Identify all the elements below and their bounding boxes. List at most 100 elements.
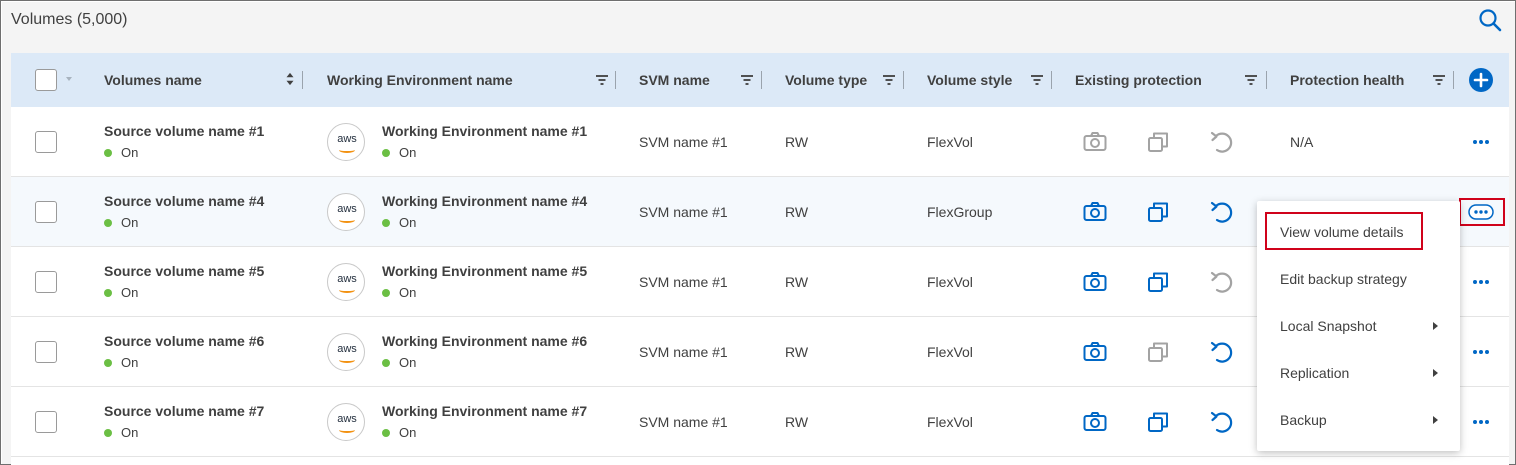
- column-header-svm-name[interactable]: SVM name: [639, 53, 710, 107]
- more-dots-icon[interactable]: [1468, 274, 1494, 290]
- column-divider[interactable]: [1266, 71, 1267, 89]
- volume-name[interactable]: Source volume name #1: [104, 123, 264, 139]
- volume-style: FlexVol: [927, 414, 973, 430]
- working-environment-name[interactable]: Working Environment name #5: [382, 263, 587, 279]
- aws-logo-label: aws: [337, 343, 357, 355]
- aws-logo-label: aws: [337, 273, 357, 285]
- volume-status: On: [121, 215, 139, 230]
- chevron-right-icon: [1433, 416, 1438, 424]
- column-divider[interactable]: [903, 71, 904, 89]
- restore-icon[interactable]: [1207, 338, 1235, 366]
- aws-logo-label: aws: [337, 203, 357, 215]
- aws-logo: aws: [327, 193, 365, 231]
- copy-icon[interactable]: [1144, 198, 1172, 226]
- svm-name: SVM name #1: [639, 204, 728, 220]
- filter-icon[interactable]: [740, 73, 754, 87]
- column-divider[interactable]: [615, 71, 616, 89]
- camera-icon[interactable]: [1081, 338, 1109, 366]
- aws-smile-mark: [339, 427, 355, 433]
- menu-item-backup[interactable]: Backup: [1257, 397, 1460, 443]
- aws-smile-mark: [339, 287, 355, 293]
- filter-icon[interactable]: [882, 73, 896, 87]
- svm-name: SVM name #1: [639, 134, 728, 150]
- volume-status: On: [121, 285, 139, 300]
- table-header: Volumes name Working Environment name SV…: [11, 53, 1509, 107]
- volumes-panel: Volumes (5,000) Volumes name Working Env…: [0, 0, 1516, 465]
- camera-icon[interactable]: [1081, 128, 1109, 156]
- copy-icon[interactable]: [1144, 268, 1172, 296]
- chevron-down-icon[interactable]: [66, 77, 72, 81]
- row-checkbox[interactable]: [35, 201, 57, 223]
- table-row[interactable]: Source volume name #1 On aws Working Env…: [11, 107, 1509, 177]
- sort-icon[interactable]: [283, 72, 297, 86]
- working-environment-name[interactable]: Working Environment name #1: [382, 123, 587, 139]
- status-on-dot: [104, 359, 112, 367]
- aws-logo: aws: [327, 403, 365, 441]
- row-checkbox[interactable]: [35, 271, 57, 293]
- filter-icon[interactable]: [595, 73, 609, 87]
- column-header-volume-type[interactable]: Volume type: [785, 53, 867, 107]
- status-on-dot: [382, 289, 390, 297]
- aws-logo: aws: [327, 123, 365, 161]
- aws-smile-mark: [339, 357, 355, 363]
- filter-icon[interactable]: [1030, 73, 1044, 87]
- volume-style: FlexVol: [927, 344, 973, 360]
- column-header-existing-protection[interactable]: Existing protection: [1075, 53, 1202, 107]
- column-header-working-environment[interactable]: Working Environment name: [327, 53, 513, 107]
- row-checkbox[interactable]: [35, 131, 57, 153]
- aws-logo-label: aws: [337, 413, 357, 425]
- volume-name[interactable]: Source volume name #5: [104, 263, 264, 279]
- menu-item-label: Edit backup strategy: [1280, 271, 1407, 287]
- menu-item-replication[interactable]: Replication: [1257, 350, 1460, 396]
- restore-icon[interactable]: [1207, 128, 1235, 156]
- volume-name[interactable]: Source volume name #7: [104, 403, 264, 419]
- aws-smile-mark: [339, 147, 355, 153]
- column-header-volume-style[interactable]: Volume style: [927, 53, 1012, 107]
- column-divider[interactable]: [1051, 71, 1052, 89]
- column-divider[interactable]: [761, 71, 762, 89]
- copy-icon[interactable]: [1144, 338, 1172, 366]
- volume-name[interactable]: Source volume name #4: [104, 193, 264, 209]
- copy-icon[interactable]: [1144, 408, 1172, 436]
- working-environment-status: On: [399, 215, 417, 230]
- volume-name[interactable]: Source volume name #6: [104, 333, 264, 349]
- menu-item-edit-backup-strategy[interactable]: Edit backup strategy: [1257, 256, 1460, 302]
- aws-logo: aws: [327, 333, 365, 371]
- row-checkbox[interactable]: [35, 341, 57, 363]
- column-divider[interactable]: [302, 71, 303, 89]
- volume-type: RW: [785, 134, 809, 150]
- volume-type: RW: [785, 204, 809, 220]
- column-divider[interactable]: [1453, 71, 1454, 89]
- filter-icon[interactable]: [1432, 73, 1446, 87]
- more-dots-icon[interactable]: [1468, 134, 1494, 150]
- working-environment-name[interactable]: Working Environment name #4: [382, 193, 587, 209]
- camera-icon[interactable]: [1081, 268, 1109, 296]
- copy-icon[interactable]: [1144, 128, 1172, 156]
- row-checkbox[interactable]: [35, 411, 57, 433]
- aws-logo: aws: [327, 263, 365, 301]
- camera-icon[interactable]: [1081, 408, 1109, 436]
- menu-item-label: Local Snapshot: [1280, 318, 1377, 334]
- add-column-icon[interactable]: [1469, 68, 1493, 92]
- volume-style: FlexGroup: [927, 204, 993, 220]
- working-environment-status: On: [399, 425, 417, 440]
- volume-type: RW: [785, 344, 809, 360]
- working-environment-name[interactable]: Working Environment name #6: [382, 333, 587, 349]
- more-dots-icon[interactable]: [1468, 414, 1494, 430]
- column-header-volumes-name[interactable]: Volumes name: [104, 53, 202, 107]
- svm-name: SVM name #1: [639, 414, 728, 430]
- status-on-dot: [382, 149, 390, 157]
- camera-icon[interactable]: [1081, 198, 1109, 226]
- more-dots-icon[interactable]: [1468, 344, 1494, 360]
- volume-type: RW: [785, 274, 809, 290]
- search-icon[interactable]: [1477, 7, 1503, 33]
- restore-icon[interactable]: [1207, 198, 1235, 226]
- select-all-checkbox[interactable]: [35, 69, 57, 91]
- column-header-protection-health[interactable]: Protection health: [1290, 53, 1404, 107]
- working-environment-name[interactable]: Working Environment name #7: [382, 403, 587, 419]
- restore-icon[interactable]: [1207, 408, 1235, 436]
- menu-item-local-snapshot[interactable]: Local Snapshot: [1257, 303, 1460, 349]
- restore-icon[interactable]: [1207, 268, 1235, 296]
- chevron-right-icon: [1433, 369, 1438, 377]
- filter-icon[interactable]: [1244, 73, 1258, 87]
